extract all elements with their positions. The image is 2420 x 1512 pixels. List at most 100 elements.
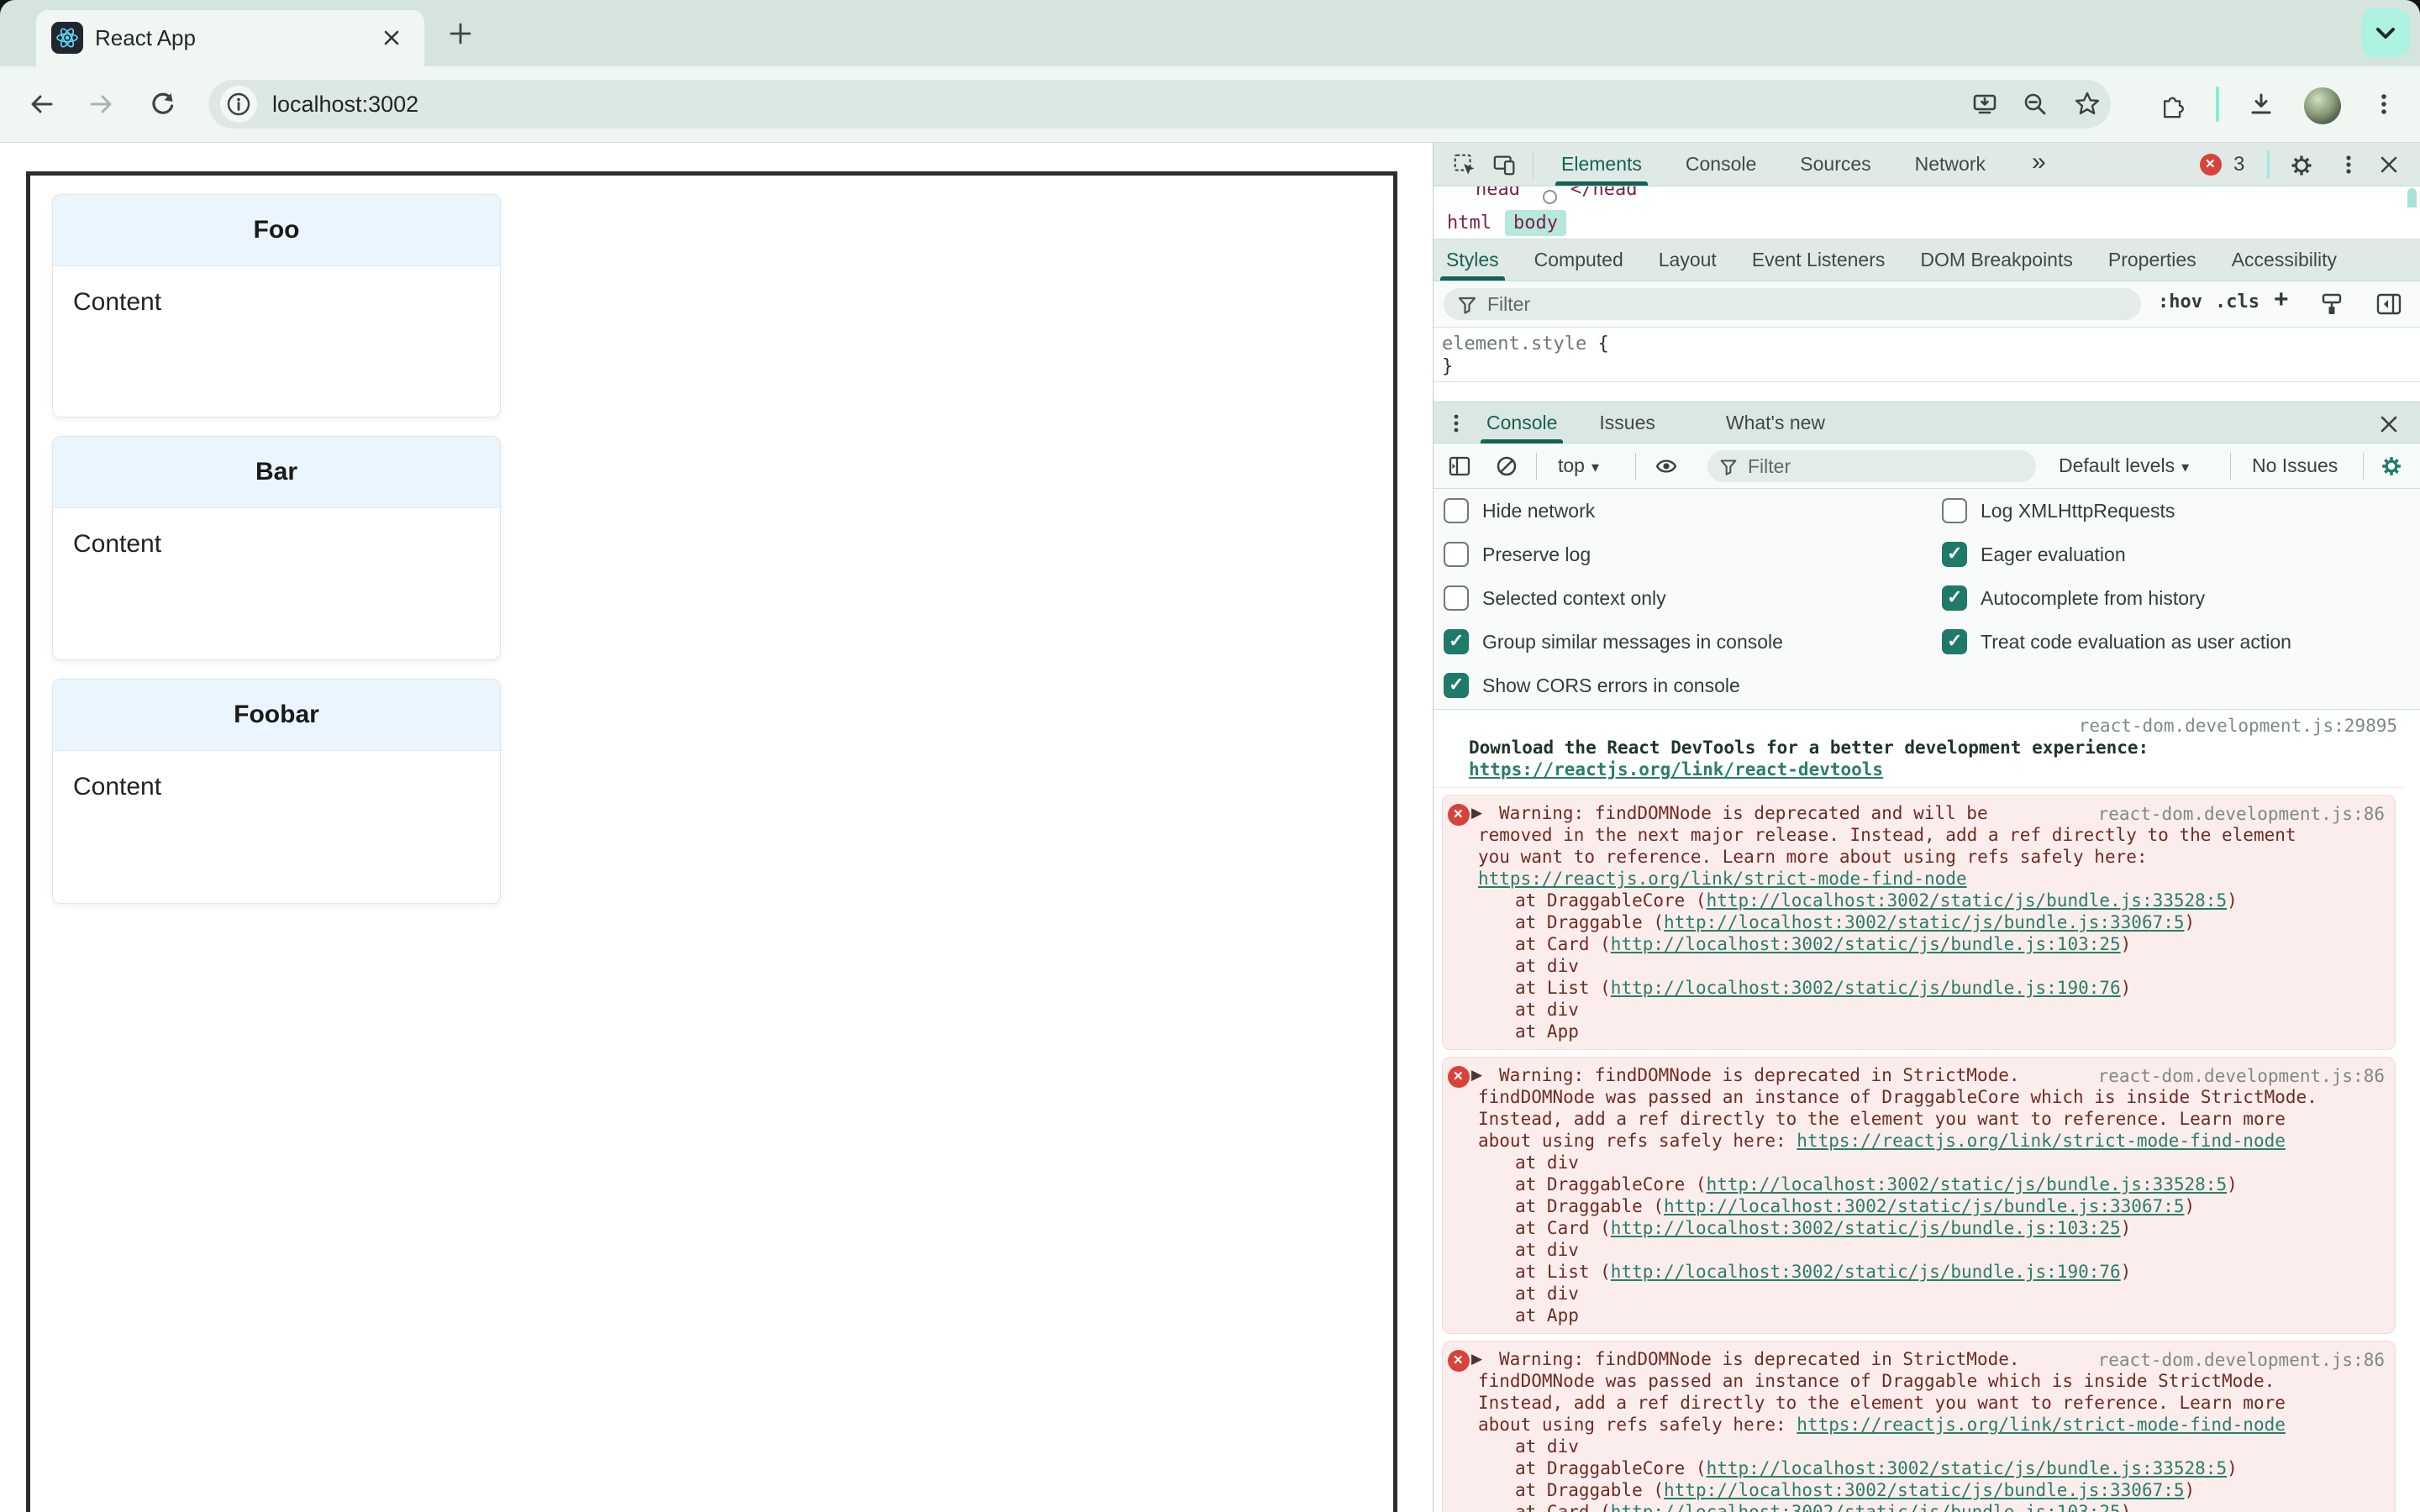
console-message-error[interactable]: react-dom.development.js:86 Warning: find… bbox=[1442, 795, 2396, 1050]
message-link[interactable]: https://reactjs.org/link/react-devtools bbox=[1469, 759, 1883, 780]
stack-link[interactable]: http://localhost:3002/static/js/bundle.j… bbox=[1707, 890, 2228, 911]
styles-tab-layout[interactable]: Layout bbox=[1653, 239, 1723, 281]
forward-button[interactable] bbox=[87, 90, 116, 118]
styles-tab-event-listeners[interactable]: Event Listeners bbox=[1746, 239, 1891, 281]
tab-network[interactable]: Network bbox=[1909, 143, 1991, 186]
checkbox-checked-icon[interactable] bbox=[1942, 542, 1967, 567]
console-tab-what-s-new[interactable]: What's new bbox=[1720, 402, 1831, 444]
console-sidebar-toggle-icon[interactable] bbox=[1447, 454, 1472, 479]
console-tab-issues[interactable]: Issues bbox=[1593, 402, 1660, 444]
toggle-sidebar-icon[interactable] bbox=[2375, 290, 2403, 318]
message-source[interactable]: react-dom.development.js:29895 bbox=[1469, 715, 2397, 737]
stack-link[interactable]: http://localhost:3002/static/js/bundle.j… bbox=[1664, 1196, 2185, 1216]
breadcrumb-body[interactable]: body bbox=[1504, 210, 1566, 236]
console-settings-gear-icon[interactable] bbox=[2378, 453, 2405, 480]
extensions-puzzle-icon[interactable] bbox=[2159, 90, 2187, 118]
styles-tab-accessibility[interactable]: Accessibility bbox=[2226, 239, 2343, 281]
zoom-out-icon[interactable] bbox=[2021, 90, 2049, 118]
breadcrumb-html[interactable]: html bbox=[1439, 210, 1500, 236]
stack-link[interactable]: http://localhost:3002/static/js/bundle.j… bbox=[1611, 934, 2121, 954]
card-header[interactable]: Bar bbox=[53, 437, 500, 508]
card-header[interactable]: Foo bbox=[53, 195, 500, 266]
tab-search-chevron-button[interactable] bbox=[2361, 8, 2410, 57]
styles-tab-computed[interactable]: Computed bbox=[1528, 239, 1629, 281]
content-card[interactable]: Bar Content bbox=[52, 436, 501, 660]
rendering-emulation-icon[interactable] bbox=[2317, 290, 2346, 318]
expand-triangle-icon[interactable] bbox=[1471, 1351, 1482, 1368]
device-toolbar-icon[interactable] bbox=[1492, 152, 1518, 177]
install-app-icon[interactable] bbox=[1970, 90, 1999, 118]
settings-checkbox-hide-network[interactable]: Hide network bbox=[1444, 489, 1783, 533]
browser-tab[interactable]: React App bbox=[36, 10, 424, 66]
message-source[interactable]: react-dom.development.js:86 bbox=[2098, 804, 2385, 824]
card-header[interactable]: Foobar bbox=[53, 680, 500, 751]
tab-sources[interactable]: Sources bbox=[1794, 143, 1876, 186]
back-button[interactable] bbox=[27, 90, 55, 118]
stack-link[interactable]: http://localhost:3002/static/js/bundle.j… bbox=[1664, 1480, 2185, 1500]
toggle-hover-state-button[interactable]: :hov bbox=[2158, 291, 2202, 312]
content-card[interactable]: Foobar Content bbox=[52, 679, 501, 904]
toggle-class-button[interactable]: .cls bbox=[2215, 291, 2260, 312]
tab-close-icon[interactable] bbox=[379, 25, 404, 50]
expand-triangle-icon[interactable] bbox=[1471, 805, 1482, 822]
styles-filter-input[interactable]: Filter bbox=[1444, 288, 2141, 320]
live-expression-eye-icon[interactable] bbox=[1654, 454, 1679, 479]
new-tab-button[interactable] bbox=[445, 18, 476, 49]
message-link[interactable]: https://reactjs.org/link/strict-mode-fin… bbox=[1478, 869, 1967, 889]
error-badge-icon[interactable] bbox=[2200, 154, 2222, 176]
settings-checkbox-preserve-log[interactable]: Preserve log bbox=[1444, 533, 1783, 576]
console-filter-input[interactable]: Filter bbox=[1707, 450, 2036, 482]
checkbox-checked-icon[interactable] bbox=[1942, 585, 1967, 611]
console-message-error[interactable]: react-dom.development.js:86 Warning: find… bbox=[1442, 1057, 2396, 1334]
checkbox-unchecked-icon[interactable] bbox=[1942, 498, 1967, 523]
expand-triangle-icon[interactable] bbox=[1471, 1067, 1482, 1084]
console-message-log[interactable]: react-dom.development.js:29895 Download t… bbox=[1434, 710, 2404, 788]
stack-link[interactable]: http://localhost:3002/static/js/bundle.j… bbox=[1611, 1502, 2121, 1512]
devtools-menu-kebab-icon[interactable] bbox=[2336, 152, 2361, 177]
stack-link[interactable]: http://localhost:3002/static/js/bundle.j… bbox=[1611, 978, 2121, 998]
settings-checkbox-log-xmlhttprequests[interactable]: Log XMLHttpRequests bbox=[1942, 489, 2291, 533]
bookmark-star-icon[interactable] bbox=[2073, 90, 2102, 118]
styles-tab-dom-breakpoints[interactable]: DOM Breakpoints bbox=[1914, 239, 2079, 281]
tab-console[interactable]: Console bbox=[1680, 143, 1762, 186]
context-selector[interactable]: top bbox=[1558, 454, 1599, 477]
console-message-error[interactable]: react-dom.development.js:86 Warning: find… bbox=[1442, 1341, 2396, 1512]
error-count[interactable]: 3 bbox=[2233, 153, 2244, 176]
content-card[interactable]: Foo Content bbox=[52, 194, 501, 417]
message-link[interactable]: https://reactjs.org/link/strict-mode-fin… bbox=[1797, 1415, 2286, 1435]
settings-checkbox-autocomplete-from-history[interactable]: Autocomplete from history bbox=[1942, 576, 2291, 620]
devtools-close-icon[interactable] bbox=[2376, 152, 2402, 177]
element-style-block[interactable]: element.style { } bbox=[1434, 328, 2420, 382]
settings-checkbox-group-similar-messages-in-console[interactable]: Group similar messages in console bbox=[1444, 620, 1783, 664]
console-tab-console[interactable]: Console bbox=[1481, 402, 1564, 444]
settings-checkbox-show-cors-errors-in-console[interactable]: Show CORS errors in console bbox=[1444, 664, 1783, 707]
clear-console-icon[interactable] bbox=[1494, 454, 1519, 479]
address-bar[interactable]: localhost:3002 bbox=[208, 80, 2111, 129]
checkbox-unchecked-icon[interactable] bbox=[1444, 585, 1469, 611]
devtools-settings-gear-icon[interactable] bbox=[2287, 151, 2316, 180]
stack-link[interactable]: http://localhost:3002/static/js/bundle.j… bbox=[1707, 1458, 2228, 1478]
stack-link[interactable]: http://localhost:3002/static/js/bundle.j… bbox=[1611, 1262, 2121, 1282]
drawer-close-icon[interactable] bbox=[2376, 412, 2402, 437]
settings-checkbox-selected-context-only[interactable]: Selected context only bbox=[1444, 576, 1783, 620]
message-link[interactable]: https://reactjs.org/link/strict-mode-fin… bbox=[1797, 1131, 2286, 1151]
drawer-menu-kebab-icon[interactable] bbox=[1445, 412, 1467, 434]
checkbox-unchecked-icon[interactable] bbox=[1444, 498, 1469, 523]
message-source[interactable]: react-dom.development.js:86 bbox=[2098, 1066, 2385, 1086]
checkbox-checked-icon[interactable] bbox=[1444, 673, 1469, 698]
settings-checkbox-eager-evaluation[interactable]: Eager evaluation bbox=[1942, 533, 2291, 576]
log-levels-dropdown[interactable]: Default levels bbox=[2059, 454, 2189, 477]
tab-elements[interactable]: Elements bbox=[1555, 143, 1648, 186]
site-info-button[interactable] bbox=[220, 86, 257, 123]
downloads-icon[interactable] bbox=[2247, 90, 2275, 118]
profile-avatar[interactable] bbox=[2304, 87, 2341, 124]
stack-link[interactable]: http://localhost:3002/static/js/bundle.j… bbox=[1611, 1218, 2121, 1238]
settings-checkbox-treat-code-evaluation-as-user-action[interactable]: Treat code evaluation as user action bbox=[1942, 620, 2291, 664]
browser-menu-kebab-icon[interactable] bbox=[2370, 90, 2398, 118]
inspect-element-icon[interactable] bbox=[1452, 152, 1477, 177]
message-source[interactable]: react-dom.development.js:86 bbox=[2098, 1350, 2385, 1370]
new-style-rule-button[interactable]: + bbox=[2274, 286, 2289, 314]
stack-link[interactable]: http://localhost:3002/static/js/bundle.j… bbox=[1707, 1174, 2228, 1194]
stack-link[interactable]: http://localhost:3002/static/js/bundle.j… bbox=[1664, 912, 2185, 932]
url-text[interactable]: localhost:3002 bbox=[272, 92, 418, 118]
